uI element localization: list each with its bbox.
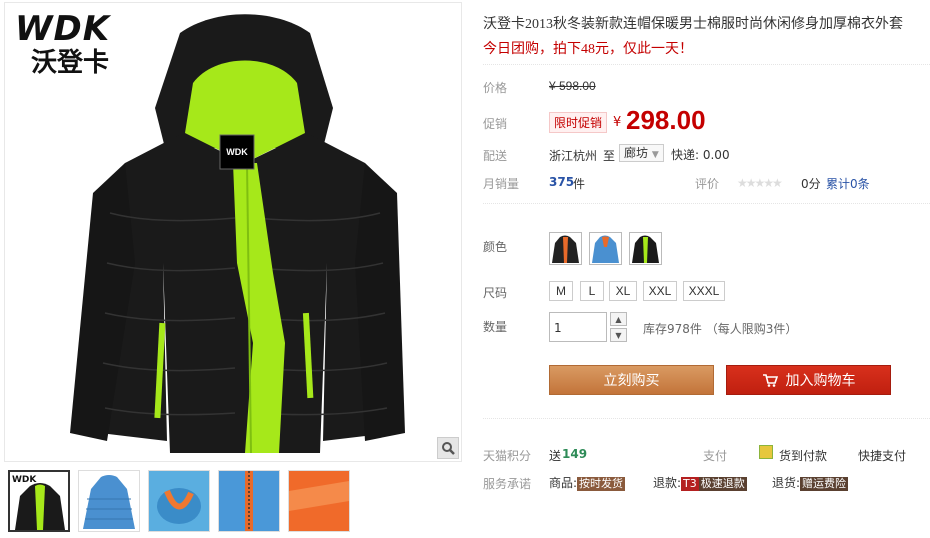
quantity-input[interactable]: 1 — [549, 312, 607, 342]
cart-icon — [762, 374, 778, 387]
chevron-up-icon: ▲ — [615, 314, 622, 324]
ship-from: 浙江杭州 — [549, 149, 598, 163]
promo-text: 今日团购，拍下48元，仅此一天！ — [483, 42, 693, 57]
chevron-down-icon: ▼ — [615, 330, 622, 340]
thumbnail-4[interactable] — [218, 470, 280, 532]
return-label: 退货: — [772, 476, 801, 490]
ship-dest-value: 廊坊 — [624, 146, 649, 160]
size-label: 尺码 — [483, 286, 508, 300]
original-price: ¥ 598.00 — [549, 79, 596, 93]
size-option-xxl[interactable]: XXL — [643, 281, 677, 301]
buy-now-label: 立刻购买 — [603, 373, 660, 389]
sale-label: 促销 — [483, 117, 508, 131]
pay-label: 支付 — [703, 449, 728, 463]
stock-text: 库存978件 （每人限购3件） — [643, 322, 798, 336]
sale-tag: 限时促销 — [549, 112, 608, 133]
goods-label: 商品: — [549, 476, 578, 490]
jacket-image: WDK — [70, 14, 405, 453]
refund-num: T3 — [681, 477, 699, 491]
goods-tag: 按时发货 — [577, 477, 626, 491]
promise-label: 服务承诺 — [483, 477, 532, 491]
return-promise[interactable]: 退货: 赠运费险 — [772, 474, 849, 491]
color-label: 颜色 — [483, 240, 508, 254]
qty-label: 数量 — [483, 320, 508, 334]
cod-icon — [759, 445, 773, 459]
chevron-down-icon: ▼ — [651, 150, 659, 160]
sales-count: 375 — [549, 175, 575, 189]
size-option-xl[interactable]: XL — [609, 281, 637, 301]
price-meta: 价格 ¥ 598.00 促销 限时促销 ¥ 298.00 配送 浙江杭州 至 廊… — [483, 64, 930, 204]
quick-pay-text: 快捷支付 — [858, 449, 907, 463]
ship-dest-select[interactable]: 廊坊 ▼ — [619, 144, 664, 162]
thumbnail-5[interactable] — [288, 470, 350, 532]
rating-stars-icon: ★★★★★ — [737, 176, 783, 190]
color-swatch-black-orange[interactable] — [549, 232, 582, 265]
shipping-label: 配送 — [483, 149, 508, 163]
size-option-l[interactable]: L — [580, 281, 604, 301]
ship-to-label: 至 — [603, 149, 616, 163]
points-value: 149 — [562, 447, 588, 461]
rating-total-link[interactable]: 累计0条 — [826, 175, 870, 192]
price-label: 价格 — [483, 81, 508, 95]
svg-text:WDK: WDK — [226, 147, 248, 157]
size-option-m[interactable]: M — [549, 281, 573, 301]
sale-price: 298.00 — [626, 105, 706, 135]
sale-currency: ¥ — [613, 115, 622, 130]
thumbnail-2[interactable] — [78, 470, 140, 532]
thumbnail-1[interactable]: WDK — [8, 470, 70, 532]
points-prefix: 送 — [549, 449, 562, 463]
service-info: 天猫积分 送 149 支付 货到付款 快捷支付 服务承诺 商品: 按时发货 退款:… — [483, 418, 930, 498]
express-fee: 快递: 0.00 — [671, 148, 730, 162]
color-swatch-blue-orange[interactable] — [589, 232, 622, 265]
rating-label: 评价 — [695, 177, 720, 191]
thumbnail-3[interactable] — [148, 470, 210, 532]
zoom-button[interactable] — [437, 437, 459, 459]
magnifier-icon — [442, 442, 455, 455]
refund-label: 退款: — [653, 476, 682, 490]
svg-text:WDK: WDK — [12, 475, 37, 485]
product-gallery: WDK 沃登卡 WDK WDK — [0, 0, 465, 538]
sales-label: 月销量 — [483, 177, 520, 191]
add-to-cart-label: 加入购物车 — [785, 373, 856, 389]
goods-promise[interactable]: 商品: 按时发货 — [549, 474, 626, 491]
color-swatch-black-lime[interactable] — [629, 232, 662, 265]
main-product-image[interactable]: WDK 沃登卡 WDK — [4, 2, 462, 462]
qty-increase-button[interactable]: ▲ — [610, 312, 627, 326]
points-label: 天猫积分 — [483, 449, 532, 463]
add-to-cart-button[interactable]: 加入购物车 — [726, 365, 891, 395]
size-option-xxxl[interactable]: XXXL — [683, 281, 725, 301]
return-tag: 赠运费险 — [800, 477, 849, 491]
buy-now-button[interactable]: 立刻购买 — [549, 365, 714, 395]
cod-text: 货到付款 — [779, 449, 828, 463]
thumbnail-list: WDK — [8, 470, 350, 532]
sales-unit: 件 — [573, 177, 586, 191]
refund-promise[interactable]: 退款: T3 极速退款 — [653, 474, 747, 491]
product-title: 沃登卡2013秋冬装新款连帽保暖男士棉服时尚休闲修身加厚棉衣外套 — [483, 17, 903, 32]
qty-decrease-button[interactable]: ▼ — [610, 328, 627, 342]
rating-score: 0分 — [801, 177, 821, 191]
refund-tag: 极速退款 — [698, 477, 747, 491]
